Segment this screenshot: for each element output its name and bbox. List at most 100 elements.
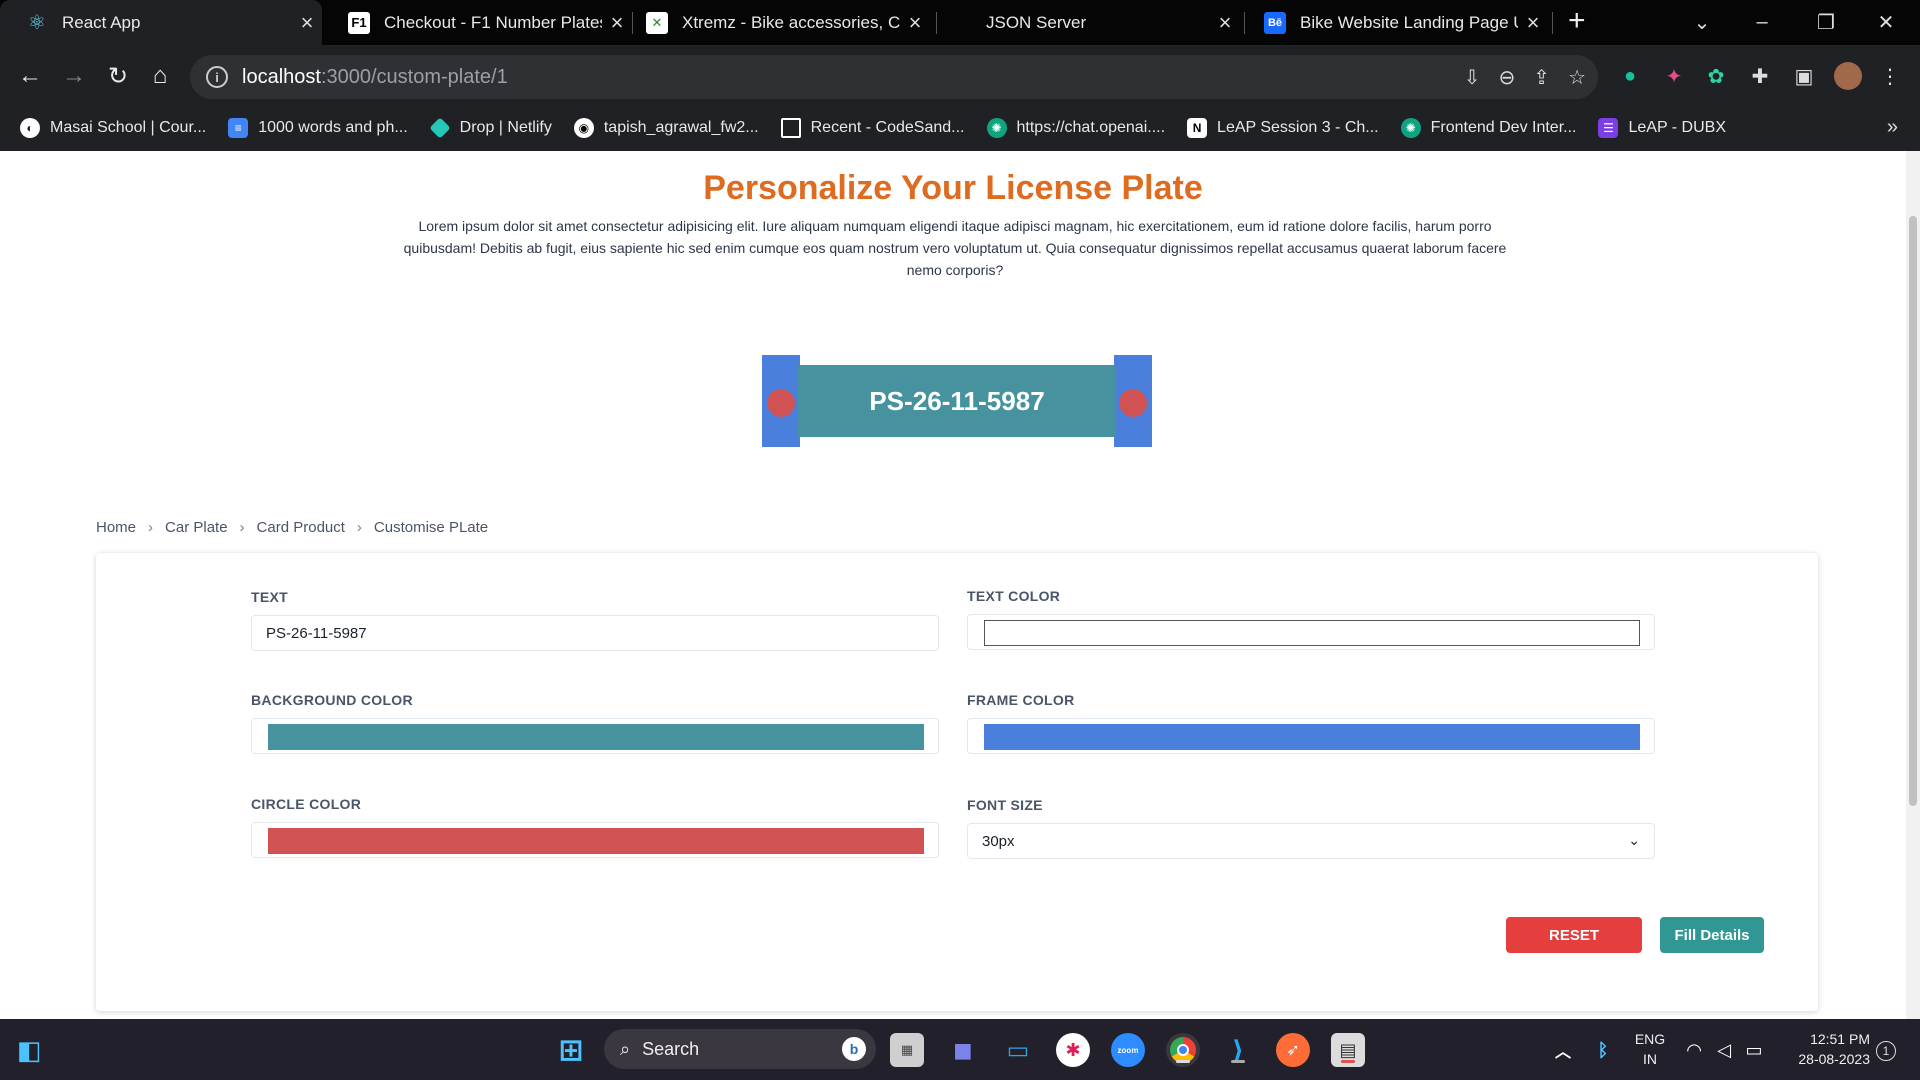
show-hidden-icons-icon[interactable]: ︿: [1546, 1033, 1580, 1067]
plate-body: PS-26-11-5987: [798, 365, 1116, 437]
breadcrumb-home[interactable]: Home: [96, 519, 136, 536]
bookmark-leap-session[interactable]: N LeAP Session 3 - Ch...: [1187, 118, 1379, 138]
slack-icon[interactable]: ✱: [1056, 1033, 1090, 1067]
side-panel-icon[interactable]: ▣: [1790, 62, 1818, 90]
plate-circle-right: [1119, 389, 1147, 417]
minimize-icon[interactable]: –: [1732, 0, 1792, 45]
bookmark-frontend-dev[interactable]: ✺ Frontend Dev Inter...: [1400, 118, 1576, 138]
menu-dots-icon[interactable]: ⋮: [1876, 62, 1904, 90]
grammarly-icon[interactable]: ●: [1616, 62, 1644, 90]
color-picker-extension-icon[interactable]: ✦: [1660, 62, 1688, 90]
zoom-icon[interactable]: ⊖: [1499, 65, 1516, 90]
bookmark-masai[interactable]: ◐ Masai School | Cour...: [20, 118, 206, 138]
tab-search-icon[interactable]: ⌄: [1672, 0, 1732, 45]
bookmark-github[interactable]: ◉ tapish_agrawal_fw2...: [573, 118, 759, 138]
f1-icon: F1: [348, 11, 370, 34]
new-tab-icon[interactable]: +: [1568, 4, 1586, 38]
system-clock[interactable]: 12:51 PM 28-08-2023: [1786, 1029, 1870, 1069]
frame-color-swatch: [984, 724, 1640, 750]
postman-icon[interactable]: ➶: [1276, 1033, 1310, 1067]
wifi-icon[interactable]: ◠: [1680, 1033, 1708, 1067]
restore-icon[interactable]: ❐: [1796, 0, 1856, 45]
chrome-icon[interactable]: [1166, 1033, 1200, 1067]
bookmark-chatgpt[interactable]: ✺ https://chat.openai....: [986, 118, 1165, 138]
frame-color-picker[interactable]: [967, 718, 1655, 754]
more-bookmarks-icon[interactable]: »: [1887, 116, 1898, 139]
tab-react-app[interactable]: ⚛ React App ×: [0, 0, 322, 45]
font-size-select[interactable]: 30px ⌄: [967, 823, 1655, 859]
teams-chat-icon[interactable]: ◼: [946, 1033, 980, 1067]
widgets-icon[interactable]: ◧: [12, 1033, 46, 1067]
bookmark-docs[interactable]: ≡ 1000 words and ph...: [228, 118, 408, 138]
breadcrumb-car-plate[interactable]: Car Plate: [165, 519, 228, 536]
text-input[interactable]: PS-26-11-5987: [251, 615, 939, 651]
xtremz-icon: ✕: [646, 11, 668, 34]
bluetooth-icon[interactable]: ᛒ: [1586, 1033, 1620, 1067]
close-tab-icon[interactable]: ×: [900, 10, 930, 36]
site-info-icon[interactable]: i: [206, 66, 228, 88]
extension-icon[interactable]: ✿: [1702, 62, 1730, 90]
vscode-icon[interactable]: ⟩: [1221, 1033, 1255, 1067]
puzzle-extensions-icon[interactable]: ✚: [1746, 62, 1774, 90]
page-content: Personalize Your License Plate Lorem ips…: [0, 151, 1906, 1019]
breadcrumb: Home › Car Plate › Card Product › Custom…: [96, 519, 488, 536]
close-window-icon[interactable]: ✕: [1856, 0, 1916, 45]
fill-details-button[interactable]: Fill Details: [1660, 917, 1764, 953]
codesandbox-icon: [780, 118, 801, 138]
behance-icon: Bē: [1264, 11, 1286, 34]
reset-button[interactable]: RESET: [1506, 917, 1642, 953]
bookmark-netlify[interactable]: Drop | Netlify: [429, 117, 552, 139]
calculator-icon[interactable]: ▤: [1331, 1033, 1365, 1067]
back-icon[interactable]: ←: [12, 58, 48, 94]
font-size-value: 30px: [982, 832, 1015, 850]
docs-icon: ≡: [228, 118, 249, 138]
tab-f1-checkout[interactable]: F1 Checkout - F1 Number Plates ×: [322, 0, 632, 45]
bookmarks-bar: ◐ Masai School | Cour... ≡ 1000 words an…: [0, 108, 1920, 148]
page-scrollbar[interactable]: [1906, 151, 1920, 1019]
home-icon[interactable]: ⌂: [142, 58, 178, 94]
background-color-label: BACKGROUND COLOR: [251, 692, 413, 708]
frame-color-label: FRAME COLOR: [967, 692, 1075, 708]
install-icon[interactable]: ⇩: [1464, 65, 1481, 90]
text-label: TEXT: [251, 589, 288, 605]
breadcrumb-chevron-icon: ›: [148, 519, 154, 536]
breadcrumb-card-product[interactable]: Card Product: [257, 519, 345, 536]
close-tab-icon[interactable]: ×: [292, 10, 322, 36]
openai-icon: ✺: [986, 118, 1007, 138]
profile-avatar[interactable]: [1834, 62, 1862, 90]
windows-start-icon[interactable]: ⊞: [554, 1033, 588, 1067]
task-view-icon[interactable]: ▦: [890, 1033, 924, 1067]
forward-icon[interactable]: →: [56, 58, 92, 94]
reload-icon[interactable]: ↻: [100, 58, 136, 94]
text-color-label: TEXT COLOR: [967, 588, 1061, 604]
circle-color-swatch: [268, 828, 924, 854]
close-tab-icon[interactable]: ×: [1210, 10, 1240, 36]
monitor-app-icon[interactable]: ▭: [1001, 1033, 1035, 1067]
battery-icon[interactable]: ▭: [1740, 1033, 1768, 1067]
bookmark-leap-dubx[interactable]: ☰ LeAP - DUBX: [1598, 118, 1726, 138]
bookmark-star-icon[interactable]: ☆: [1568, 65, 1586, 90]
bookmark-codesandbox[interactable]: Recent - CodeSand...: [780, 118, 965, 138]
url-path: :3000/custom-plate/1: [320, 65, 508, 88]
page-description: Lorem ipsum dolor sit amet consectetur a…: [403, 218, 1507, 278]
zoom-icon[interactable]: zoom: [1111, 1033, 1145, 1067]
text-color-picker[interactable]: [967, 614, 1655, 650]
share-icon[interactable]: ⇪: [1533, 65, 1550, 90]
tab-xtremz[interactable]: ✕ Xtremz - Bike accessories, Car a ×: [620, 0, 930, 45]
circle-color-picker[interactable]: [251, 822, 939, 858]
tab-separator: [1552, 12, 1553, 34]
volume-icon[interactable]: ◁: [1710, 1033, 1738, 1067]
tab-bar: ⚛ React App × F1 Checkout - F1 Number Pl…: [0, 0, 1920, 45]
search-icon: ⌕: [620, 1038, 631, 1059]
tab-json-server[interactable]: JSON Server ×: [940, 0, 1240, 45]
page-title: Personalize Your License Plate: [703, 169, 1203, 207]
language-indicator[interactable]: ENG IN: [1628, 1029, 1672, 1069]
close-tab-icon[interactable]: ×: [1518, 10, 1548, 36]
scrollbar-thumb[interactable]: [1909, 216, 1917, 806]
taskbar-search[interactable]: ⌕ Search b: [604, 1029, 876, 1069]
background-color-picker[interactable]: [251, 718, 939, 754]
tab-behance[interactable]: Bē Bike Website Landing Page Ui D ×: [1238, 0, 1548, 45]
address-bar[interactable]: i localhost :3000/custom-plate/1 ⇩ ⊖ ⇪ ☆: [190, 55, 1598, 99]
notification-badge[interactable]: 1: [1876, 1041, 1896, 1061]
breadcrumb-customise-plate[interactable]: Customise PLate: [374, 519, 488, 536]
